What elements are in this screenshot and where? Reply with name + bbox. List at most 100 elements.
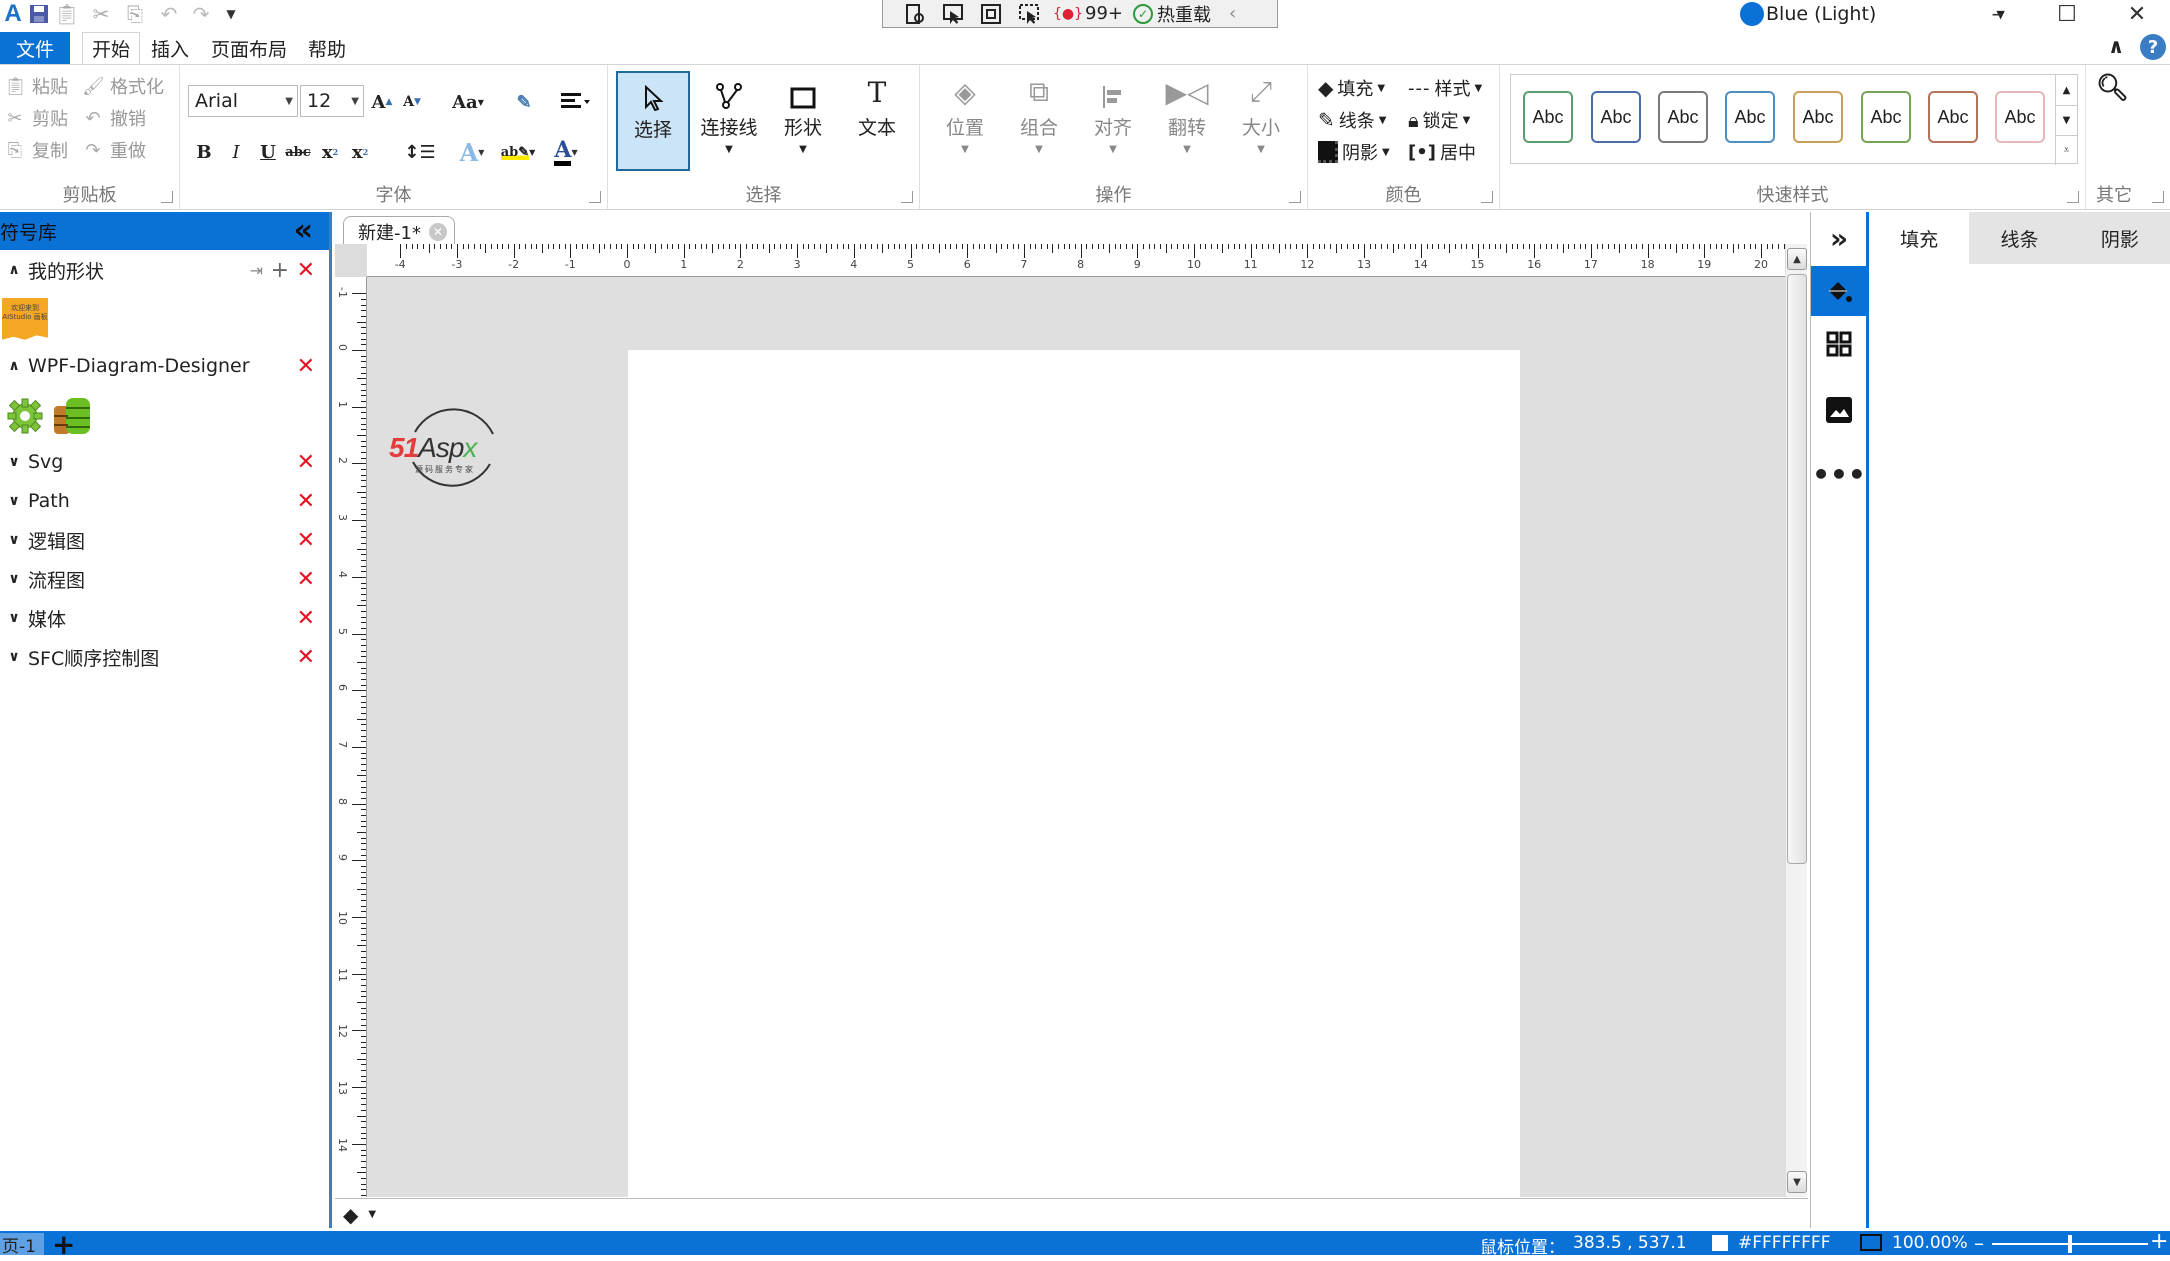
document-tab[interactable]: 新建-1* ✕ (343, 216, 455, 246)
align-icon[interactable] (556, 87, 596, 117)
track-focus-icon[interactable] (1015, 2, 1043, 26)
zoom-slider[interactable] (1992, 1235, 2148, 1253)
tab-home[interactable]: 开始 (82, 32, 140, 64)
remove-icon[interactable]: ✕ (297, 450, 315, 475)
customize-quick-access-icon[interactable]: ▼ (218, 1, 244, 27)
fill-button[interactable]: ◆ 填充 ▼ (1318, 73, 1385, 103)
save-icon[interactable] (26, 1, 52, 27)
position-button[interactable]: ◈ 位置 ▼ (928, 71, 1002, 171)
superscript-button[interactable]: x2 (346, 137, 374, 167)
binding-errors-button[interactable]: {●} 99+ (1053, 3, 1123, 24)
add-icon[interactable]: + (271, 258, 289, 283)
dialog-launcher-icon[interactable] (161, 191, 173, 203)
group-button[interactable]: ⧉ 组合 ▼ (1002, 71, 1076, 171)
tab-line[interactable]: 线条 (1969, 212, 2069, 264)
tab-insert[interactable]: 插入 (146, 32, 194, 64)
lock-button[interactable]: 🔒︎ 锁定 ▼ (1408, 105, 1470, 135)
flip-button[interactable]: ▶◁ 翻转 ▼ (1150, 71, 1224, 171)
chevron-down-icon[interactable]: ▼ (368, 1209, 376, 1220)
tab-file[interactable]: 文件 (0, 32, 70, 64)
design-canvas[interactable]: 51Aspx 源码服务专家 (367, 277, 1785, 1197)
dialog-launcher-icon[interactable] (1289, 191, 1301, 203)
subscript-button[interactable]: x2 (316, 137, 344, 167)
vertical-scrollbar[interactable]: ▲ ▼ (1785, 244, 1807, 1197)
shrink-font-button[interactable]: A ▼ (398, 87, 426, 117)
tab-fill[interactable]: 填充 (1869, 212, 1970, 264)
quickstyle-item[interactable]: Abc (1861, 91, 1911, 143)
cut-button[interactable]: ✂ 剪贴 (4, 103, 68, 133)
remove-icon[interactable]: ✕ (297, 606, 315, 631)
page[interactable] (628, 350, 1520, 1197)
text-button[interactable]: T 文本 (840, 71, 914, 171)
change-case-button[interactable]: Aa ▼ (448, 87, 488, 117)
quickstyle-item[interactable]: Abc (1995, 91, 2045, 143)
remove-icon[interactable]: ✕ (297, 258, 315, 283)
zoom-in-button[interactable]: + (2150, 1229, 2168, 1254)
minimize-button[interactable]: – (1974, 0, 2020, 28)
zoom-slider-thumb[interactable] (2068, 1235, 2072, 1253)
font-family-select[interactable]: Arial ▼ (188, 85, 298, 117)
dialog-launcher-icon[interactable] (2152, 191, 2164, 203)
paste-button[interactable]: 📋︎ 粘贴 (4, 71, 68, 101)
gallery-expand-icon[interactable]: ⩡ (2055, 135, 2077, 165)
display-layout-icon[interactable] (977, 2, 1005, 26)
scroll-down-icon[interactable]: ▼ (1787, 1171, 1807, 1193)
quickstyle-item[interactable]: Abc (1658, 91, 1708, 143)
remove-icon[interactable]: ✕ (297, 528, 315, 553)
dialog-launcher-icon[interactable] (901, 191, 913, 203)
page-tab[interactable]: 页-1 (0, 1233, 44, 1257)
quickstyle-item[interactable]: Abc (1793, 91, 1843, 143)
shape-button[interactable]: 形状 ▼ (766, 71, 840, 171)
font-color-icon[interactable]: A ▼ (546, 137, 586, 167)
copy-button[interactable]: ⎘ 复制 (4, 135, 68, 165)
live-tree-icon[interactable] (901, 2, 929, 26)
copy-icon[interactable]: ⎘ (122, 1, 148, 27)
remove-icon[interactable]: ✕ (297, 354, 315, 379)
add-page-icon[interactable]: + (52, 1228, 75, 1261)
scroll-up-icon[interactable]: ▲ (1787, 248, 1807, 270)
paint-bucket-icon[interactable]: ◆ (343, 1203, 358, 1227)
line-button[interactable]: ✎ 线条 ▼ (1318, 105, 1386, 135)
sidebar-section-path[interactable]: ∨ Path ✕ (0, 483, 329, 519)
tab-help[interactable]: 帮助 (302, 32, 352, 64)
clear-format-icon[interactable]: ✎ (510, 87, 538, 117)
search-icon[interactable]: 🔍︎ (2096, 73, 2129, 103)
shadow-button[interactable]: 阴影 ▼ (1318, 137, 1390, 167)
collapse-ribbon-icon[interactable]: ∧ (2108, 34, 2124, 58)
sidebar-section-logic[interactable]: ∨ 逻辑图 ✕ (0, 522, 329, 558)
zoom-out-button[interactable]: – (1974, 1231, 1984, 1255)
collapse-toolbar-icon[interactable]: ‹ (1229, 3, 1236, 24)
connector-button[interactable]: 连接线 ▼ (692, 71, 766, 171)
highlight-color-icon[interactable]: ab✎ ▼ (498, 137, 538, 167)
dialog-launcher-icon[interactable] (2067, 191, 2079, 203)
grow-font-button[interactable]: A ▲ (368, 87, 396, 117)
line-style-button[interactable]: --- 样式 ▼ (1408, 73, 1482, 103)
quickstyle-item[interactable]: Abc (1591, 91, 1641, 143)
align-button[interactable]: 对齐 ▼ (1076, 71, 1150, 171)
text-effect-icon[interactable]: A ▼ (452, 137, 492, 167)
remove-icon[interactable]: ✕ (297, 567, 315, 592)
image-icon[interactable] (1811, 384, 1867, 436)
hot-reload-button[interactable]: ✓ 热重载 (1133, 1, 1211, 27)
close-tab-icon[interactable]: ✕ (428, 222, 447, 241)
collapse-sidebar-icon[interactable]: « (294, 216, 313, 246)
dialog-launcher-icon[interactable] (1481, 191, 1493, 203)
remove-icon[interactable]: ✕ (297, 645, 315, 670)
more-icon[interactable]: ••• (1811, 448, 1867, 500)
format-painter-button[interactable]: 🖌︎ 格式化 (82, 71, 164, 101)
sidebar-section-svg[interactable]: ∨ Svg ✕ (0, 444, 329, 480)
import-icon[interactable]: ⇥ (250, 261, 263, 280)
layout-grid-icon[interactable] (1811, 318, 1867, 370)
italic-button[interactable]: I (222, 137, 250, 167)
gallery-scroll-down-icon[interactable]: ▼ (2055, 105, 2077, 135)
redo-icon[interactable]: ↷ (188, 1, 214, 27)
maximize-button[interactable]: ☐ (2044, 0, 2090, 28)
select-tool-button[interactable]: 选择 (616, 71, 690, 171)
tab-shadow[interactable]: 阴影 (2070, 212, 2170, 264)
sidebar-section-media[interactable]: ∨ 媒体 ✕ (0, 600, 329, 636)
tab-page-layout[interactable]: 页面布局 (206, 32, 292, 64)
sidebar-section-sfc[interactable]: ∨ SFC顺序控制图 ✕ (0, 639, 329, 675)
fill-properties-icon[interactable] (1811, 266, 1867, 316)
cut-icon[interactable]: ✂ (88, 1, 114, 27)
paste-icon[interactable]: 📋︎ (54, 1, 80, 27)
